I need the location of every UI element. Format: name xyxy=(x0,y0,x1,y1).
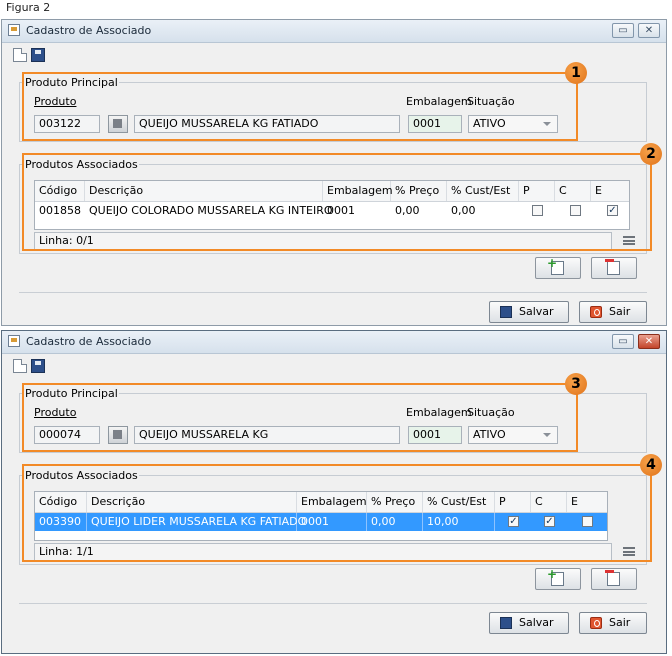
window-cadastro-associado-1: Cadastro de Associado ▭ ✕ Produto Princi… xyxy=(1,19,667,326)
window-cadastro-associado-2: Cadastro de Associado ▭ ✕ Produto Princi… xyxy=(1,330,667,654)
exit-label: Sair xyxy=(609,616,631,629)
window-title: Cadastro de Associado xyxy=(26,335,152,348)
exit-icon xyxy=(590,617,602,629)
new-document-icon[interactable] xyxy=(13,48,27,62)
save-button[interactable]: Salvar xyxy=(489,612,569,634)
close-button[interactable]: ✕ xyxy=(638,23,660,38)
remove-item-button[interactable] xyxy=(591,257,637,279)
remove-item-button[interactable] xyxy=(591,568,637,590)
remove-item-icon xyxy=(605,570,620,586)
callout-badge-2: 2 xyxy=(640,143,662,165)
window-title: Cadastro de Associado xyxy=(26,24,152,37)
close-button[interactable]: ✕ xyxy=(638,334,660,349)
add-item-icon xyxy=(547,256,564,275)
restore-button[interactable]: ▭ xyxy=(612,23,634,38)
add-item-button[interactable] xyxy=(535,567,581,590)
title-bar: Cadastro de Associado ▭ ✕ xyxy=(2,331,666,354)
app-icon xyxy=(8,335,20,347)
callout-box-2 xyxy=(22,153,652,251)
exit-button[interactable]: Sair xyxy=(579,612,647,634)
exit-button[interactable]: Sair xyxy=(579,301,647,323)
divider xyxy=(19,292,647,293)
save-icon xyxy=(500,306,512,318)
add-item-button[interactable] xyxy=(535,256,581,279)
exit-icon xyxy=(590,306,602,318)
restore-button[interactable]: ▭ xyxy=(612,334,634,349)
title-bar: Cadastro de Associado ▭ ✕ xyxy=(2,20,666,43)
callout-box-3 xyxy=(22,383,578,452)
callout-box-1 xyxy=(22,72,578,141)
callout-badge-4: 4 xyxy=(640,454,662,476)
new-document-icon[interactable] xyxy=(13,359,27,373)
save-button[interactable]: Salvar xyxy=(489,301,569,323)
figure-caption: Figura 2 xyxy=(6,1,51,14)
remove-item-icon xyxy=(605,259,620,275)
save-icon xyxy=(500,617,512,629)
callout-box-4 xyxy=(22,464,652,562)
save-disk-icon[interactable] xyxy=(31,359,45,373)
add-item-icon xyxy=(547,567,564,586)
callout-badge-1: 1 xyxy=(565,62,587,84)
save-disk-icon[interactable] xyxy=(31,48,45,62)
save-label: Salvar xyxy=(519,305,554,318)
app-icon xyxy=(8,24,20,36)
save-label: Salvar xyxy=(519,616,554,629)
divider xyxy=(19,603,647,604)
exit-label: Sair xyxy=(609,305,631,318)
callout-badge-3: 3 xyxy=(565,373,587,395)
